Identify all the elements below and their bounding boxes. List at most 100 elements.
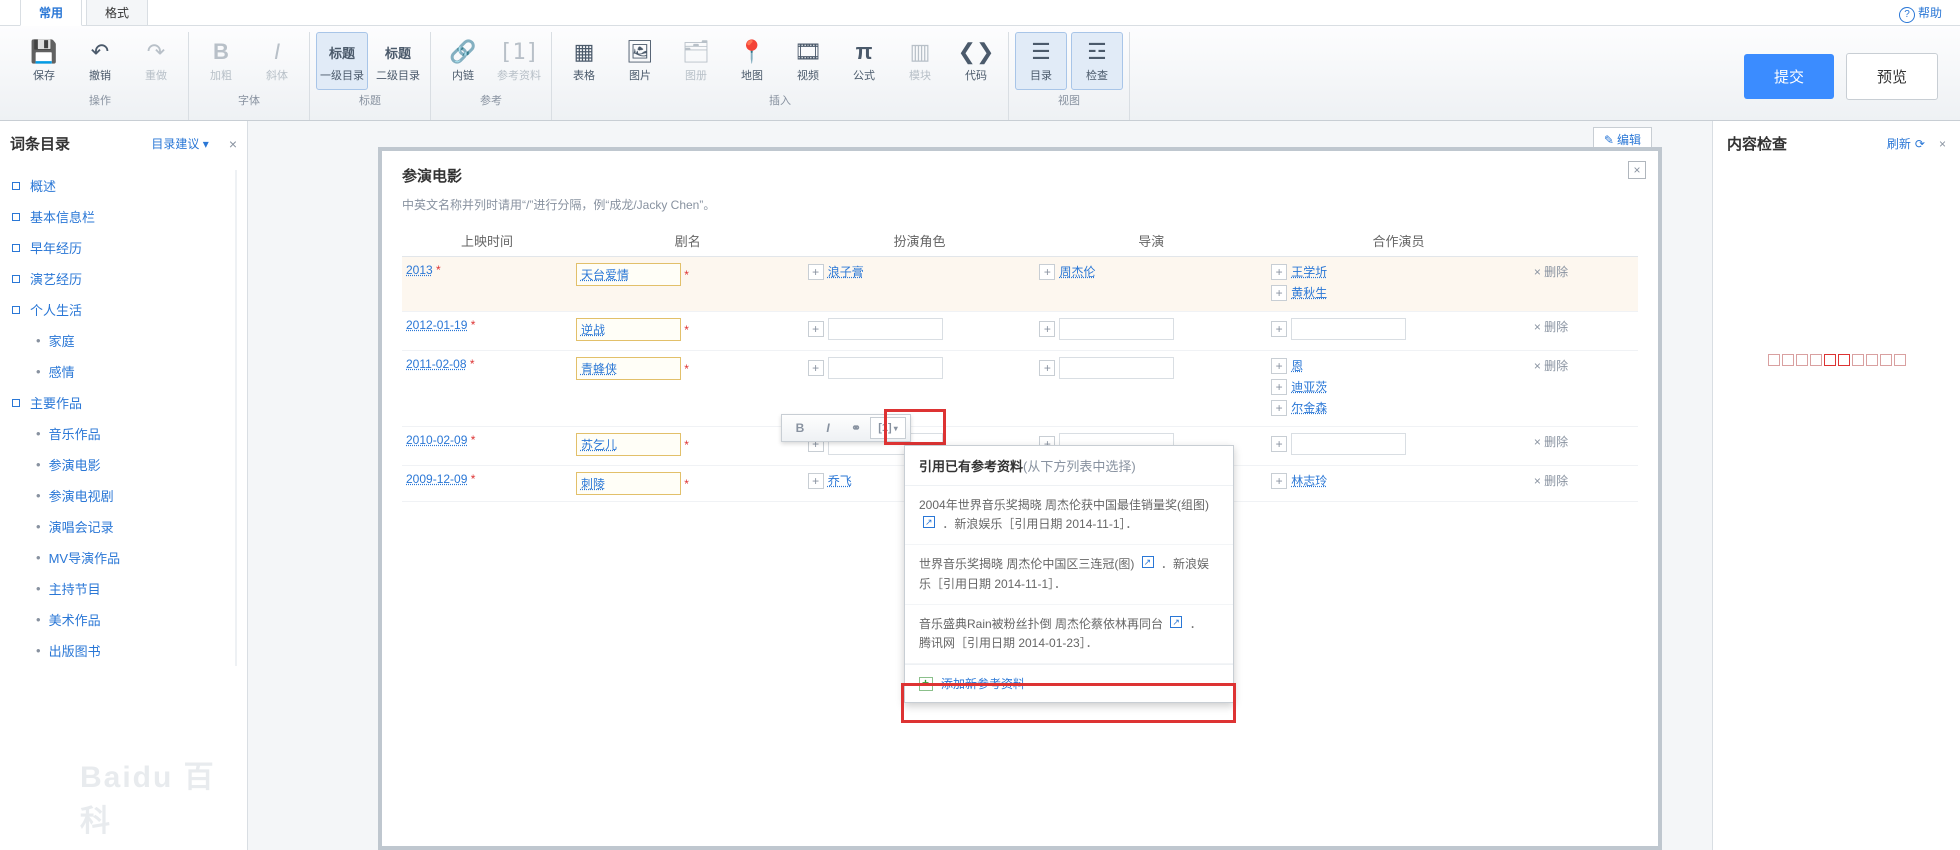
check-refresh-button[interactable]: 刷新 bbox=[1887, 135, 1911, 152]
toc-item[interactable]: 参演电影 bbox=[10, 449, 231, 480]
coactor-field[interactable]: 恩 bbox=[1291, 357, 1303, 374]
add-role-button[interactable]: + bbox=[808, 473, 824, 489]
coactor-field[interactable]: 尔金森 bbox=[1291, 399, 1327, 416]
toc-item[interactable]: 早年经历 bbox=[10, 232, 231, 263]
coactor-field[interactable] bbox=[1291, 433, 1406, 455]
release-date-field[interactable]: 2012-01-19 bbox=[406, 318, 467, 332]
check-pagination[interactable] bbox=[1727, 354, 1946, 366]
director-field[interactable]: 周杰伦 bbox=[1059, 263, 1095, 280]
toc-toggle-button[interactable]: ☰目录 bbox=[1015, 32, 1067, 90]
role-field[interactable]: 乔飞 bbox=[828, 472, 852, 489]
release-date-field[interactable]: 2009-12-09 bbox=[406, 472, 467, 486]
reference-item[interactable]: 音乐盛典Rain被粉丝扑倒 周杰伦蔡依林再同台 ．腾讯网［引用日期 2014-0… bbox=[905, 605, 1233, 664]
add-coactor-button[interactable]: + bbox=[1271, 473, 1287, 489]
toc-item[interactable]: 出版图书 bbox=[10, 635, 231, 666]
toc-item[interactable]: 主持节目 bbox=[10, 573, 231, 604]
role-field[interactable]: 浪子膏 bbox=[828, 263, 864, 280]
add-coactor-button[interactable]: + bbox=[1271, 436, 1287, 452]
reference-item[interactable]: 2004年世界音乐奖揭晓 周杰伦获中国最佳销量奖(组图) ．新浪娱乐［引用日期 … bbox=[905, 486, 1233, 545]
mini-link-button[interactable]: ⚭ bbox=[842, 417, 870, 439]
release-date-field[interactable]: 2011-02-08 bbox=[406, 357, 467, 371]
movie-title-field[interactable]: 青蜂侠 bbox=[576, 357, 681, 380]
image-button[interactable]: 🖼图片 bbox=[614, 32, 666, 90]
tab-format[interactable]: 格式 bbox=[86, 0, 148, 25]
delete-row-button[interactable]: × 删除 bbox=[1534, 320, 1568, 334]
tab-common[interactable]: 常用 bbox=[20, 0, 82, 26]
check-close-button[interactable]: × bbox=[1939, 137, 1946, 151]
add-coactor-button[interactable]: + bbox=[1271, 379, 1287, 395]
director-field[interactable] bbox=[1059, 318, 1174, 340]
add-director-button[interactable]: + bbox=[1039, 360, 1055, 376]
toc-item[interactable]: 家庭 bbox=[10, 325, 231, 356]
add-director-button[interactable]: + bbox=[1039, 264, 1055, 280]
external-link-icon bbox=[1142, 556, 1154, 568]
role-field[interactable] bbox=[828, 357, 943, 379]
add-coactor-button[interactable]: + bbox=[1271, 285, 1287, 301]
save-button[interactable]: 💾保存 bbox=[18, 32, 70, 90]
coactor-field[interactable]: 王学圻 bbox=[1291, 263, 1327, 280]
toc-item[interactable]: MV导演作品 bbox=[10, 542, 231, 573]
add-role-button[interactable]: + bbox=[808, 360, 824, 376]
mini-reference-button[interactable]: [1]▾ bbox=[870, 417, 906, 439]
reference-item[interactable]: 世界音乐奖揭晓 周杰伦中国区三连冠(图) ．新浪娱乐［引用日期 2014-11-… bbox=[905, 545, 1233, 604]
delete-row-button[interactable]: × 删除 bbox=[1534, 435, 1568, 449]
add-coactor-button[interactable]: + bbox=[1271, 400, 1287, 416]
toc-item[interactable]: 主要作品 bbox=[10, 387, 231, 418]
director-field[interactable] bbox=[1059, 357, 1174, 379]
code-button[interactable]: ❮❯代码 bbox=[950, 32, 1002, 90]
toc-item[interactable]: 概述 bbox=[10, 170, 231, 201]
check-toggle-button[interactable]: ☲检查 bbox=[1071, 32, 1123, 90]
coactor-field[interactable]: 迪亚茨 bbox=[1291, 378, 1327, 395]
delete-row-button[interactable]: × 删除 bbox=[1534, 265, 1568, 279]
release-date-field[interactable]: 2010-02-09 bbox=[406, 433, 467, 447]
innerlink-button[interactable]: 🔗内链 bbox=[437, 32, 489, 90]
release-date-field[interactable]: 2013 bbox=[406, 263, 433, 277]
toc-close-button[interactable]: × bbox=[229, 136, 237, 152]
movie-title-field[interactable]: 逆战 bbox=[576, 318, 681, 341]
toc-suggest-link[interactable]: 目录建议 ▾ bbox=[151, 135, 208, 152]
preview-button[interactable]: 预览 bbox=[1846, 53, 1938, 100]
toc-item[interactable]: 演唱会记录 bbox=[10, 511, 231, 542]
add-role-button[interactable]: + bbox=[808, 321, 824, 337]
add-director-button[interactable]: + bbox=[1039, 321, 1055, 337]
toc-item[interactable]: 个人生活 bbox=[10, 294, 231, 325]
video-button[interactable]: 🎞视频 bbox=[782, 32, 834, 90]
mini-italic-button[interactable]: I bbox=[814, 417, 842, 439]
toc-item[interactable]: 感情 bbox=[10, 356, 231, 387]
heading2-button[interactable]: 标题二级目录 bbox=[372, 32, 424, 90]
table-row: 2011-02-08 * 青蜂侠 * + + +恩+迪亚茨+尔金森 × 删除 bbox=[402, 351, 1638, 427]
movie-title-field[interactable]: 苏乞儿 bbox=[576, 433, 681, 456]
toc-item[interactable]: 基本信息栏 bbox=[10, 201, 231, 232]
help-link[interactable]: 帮助 bbox=[1899, 4, 1942, 23]
role-field[interactable] bbox=[828, 318, 943, 340]
coactor-field[interactable] bbox=[1291, 318, 1406, 340]
coactor-field[interactable]: 林志玲 bbox=[1291, 472, 1327, 489]
submit-button[interactable]: 提交 bbox=[1744, 54, 1834, 99]
toc-item[interactable]: 参演电视剧 bbox=[10, 480, 231, 511]
map-button[interactable]: 📍地图 bbox=[726, 32, 778, 90]
heading1-button[interactable]: 标题一级目录 bbox=[316, 32, 368, 90]
add-coactor-button[interactable]: + bbox=[1271, 264, 1287, 280]
toc-item[interactable]: 美术作品 bbox=[10, 604, 231, 635]
bold-icon: B bbox=[213, 39, 229, 65]
toc-item[interactable]: 音乐作品 bbox=[10, 418, 231, 449]
delete-row-button[interactable]: × 删除 bbox=[1534, 359, 1568, 373]
formula-button[interactable]: π公式 bbox=[838, 32, 890, 90]
movie-title-field[interactable]: 天台爱情 bbox=[576, 263, 681, 286]
add-new-reference-button[interactable]: 添加新参考资料 bbox=[905, 664, 1233, 702]
album-icon: 🗂 bbox=[682, 39, 710, 65]
module-button: ▥模块 bbox=[894, 32, 946, 90]
table-button[interactable]: ▦表格 bbox=[558, 32, 610, 90]
undo-button[interactable]: ↶撤销 bbox=[74, 32, 126, 90]
album-button: 🗂图册 bbox=[670, 32, 722, 90]
toc-panel: 词条目录 目录建议 ▾ × 概述基本信息栏早年经历演艺经历个人生活家庭感情主要作… bbox=[0, 121, 248, 850]
modal-close-button[interactable]: × bbox=[1628, 161, 1646, 179]
add-role-button[interactable]: + bbox=[808, 264, 824, 280]
movie-title-field[interactable]: 刺陵 bbox=[576, 472, 681, 495]
toc-item[interactable]: 演艺经历 bbox=[10, 263, 231, 294]
add-coactor-button[interactable]: + bbox=[1271, 321, 1287, 337]
coactor-field[interactable]: 黄秋生 bbox=[1291, 284, 1327, 301]
mini-bold-button[interactable]: B bbox=[786, 417, 814, 439]
add-coactor-button[interactable]: + bbox=[1271, 358, 1287, 374]
delete-row-button[interactable]: × 删除 bbox=[1534, 474, 1568, 488]
